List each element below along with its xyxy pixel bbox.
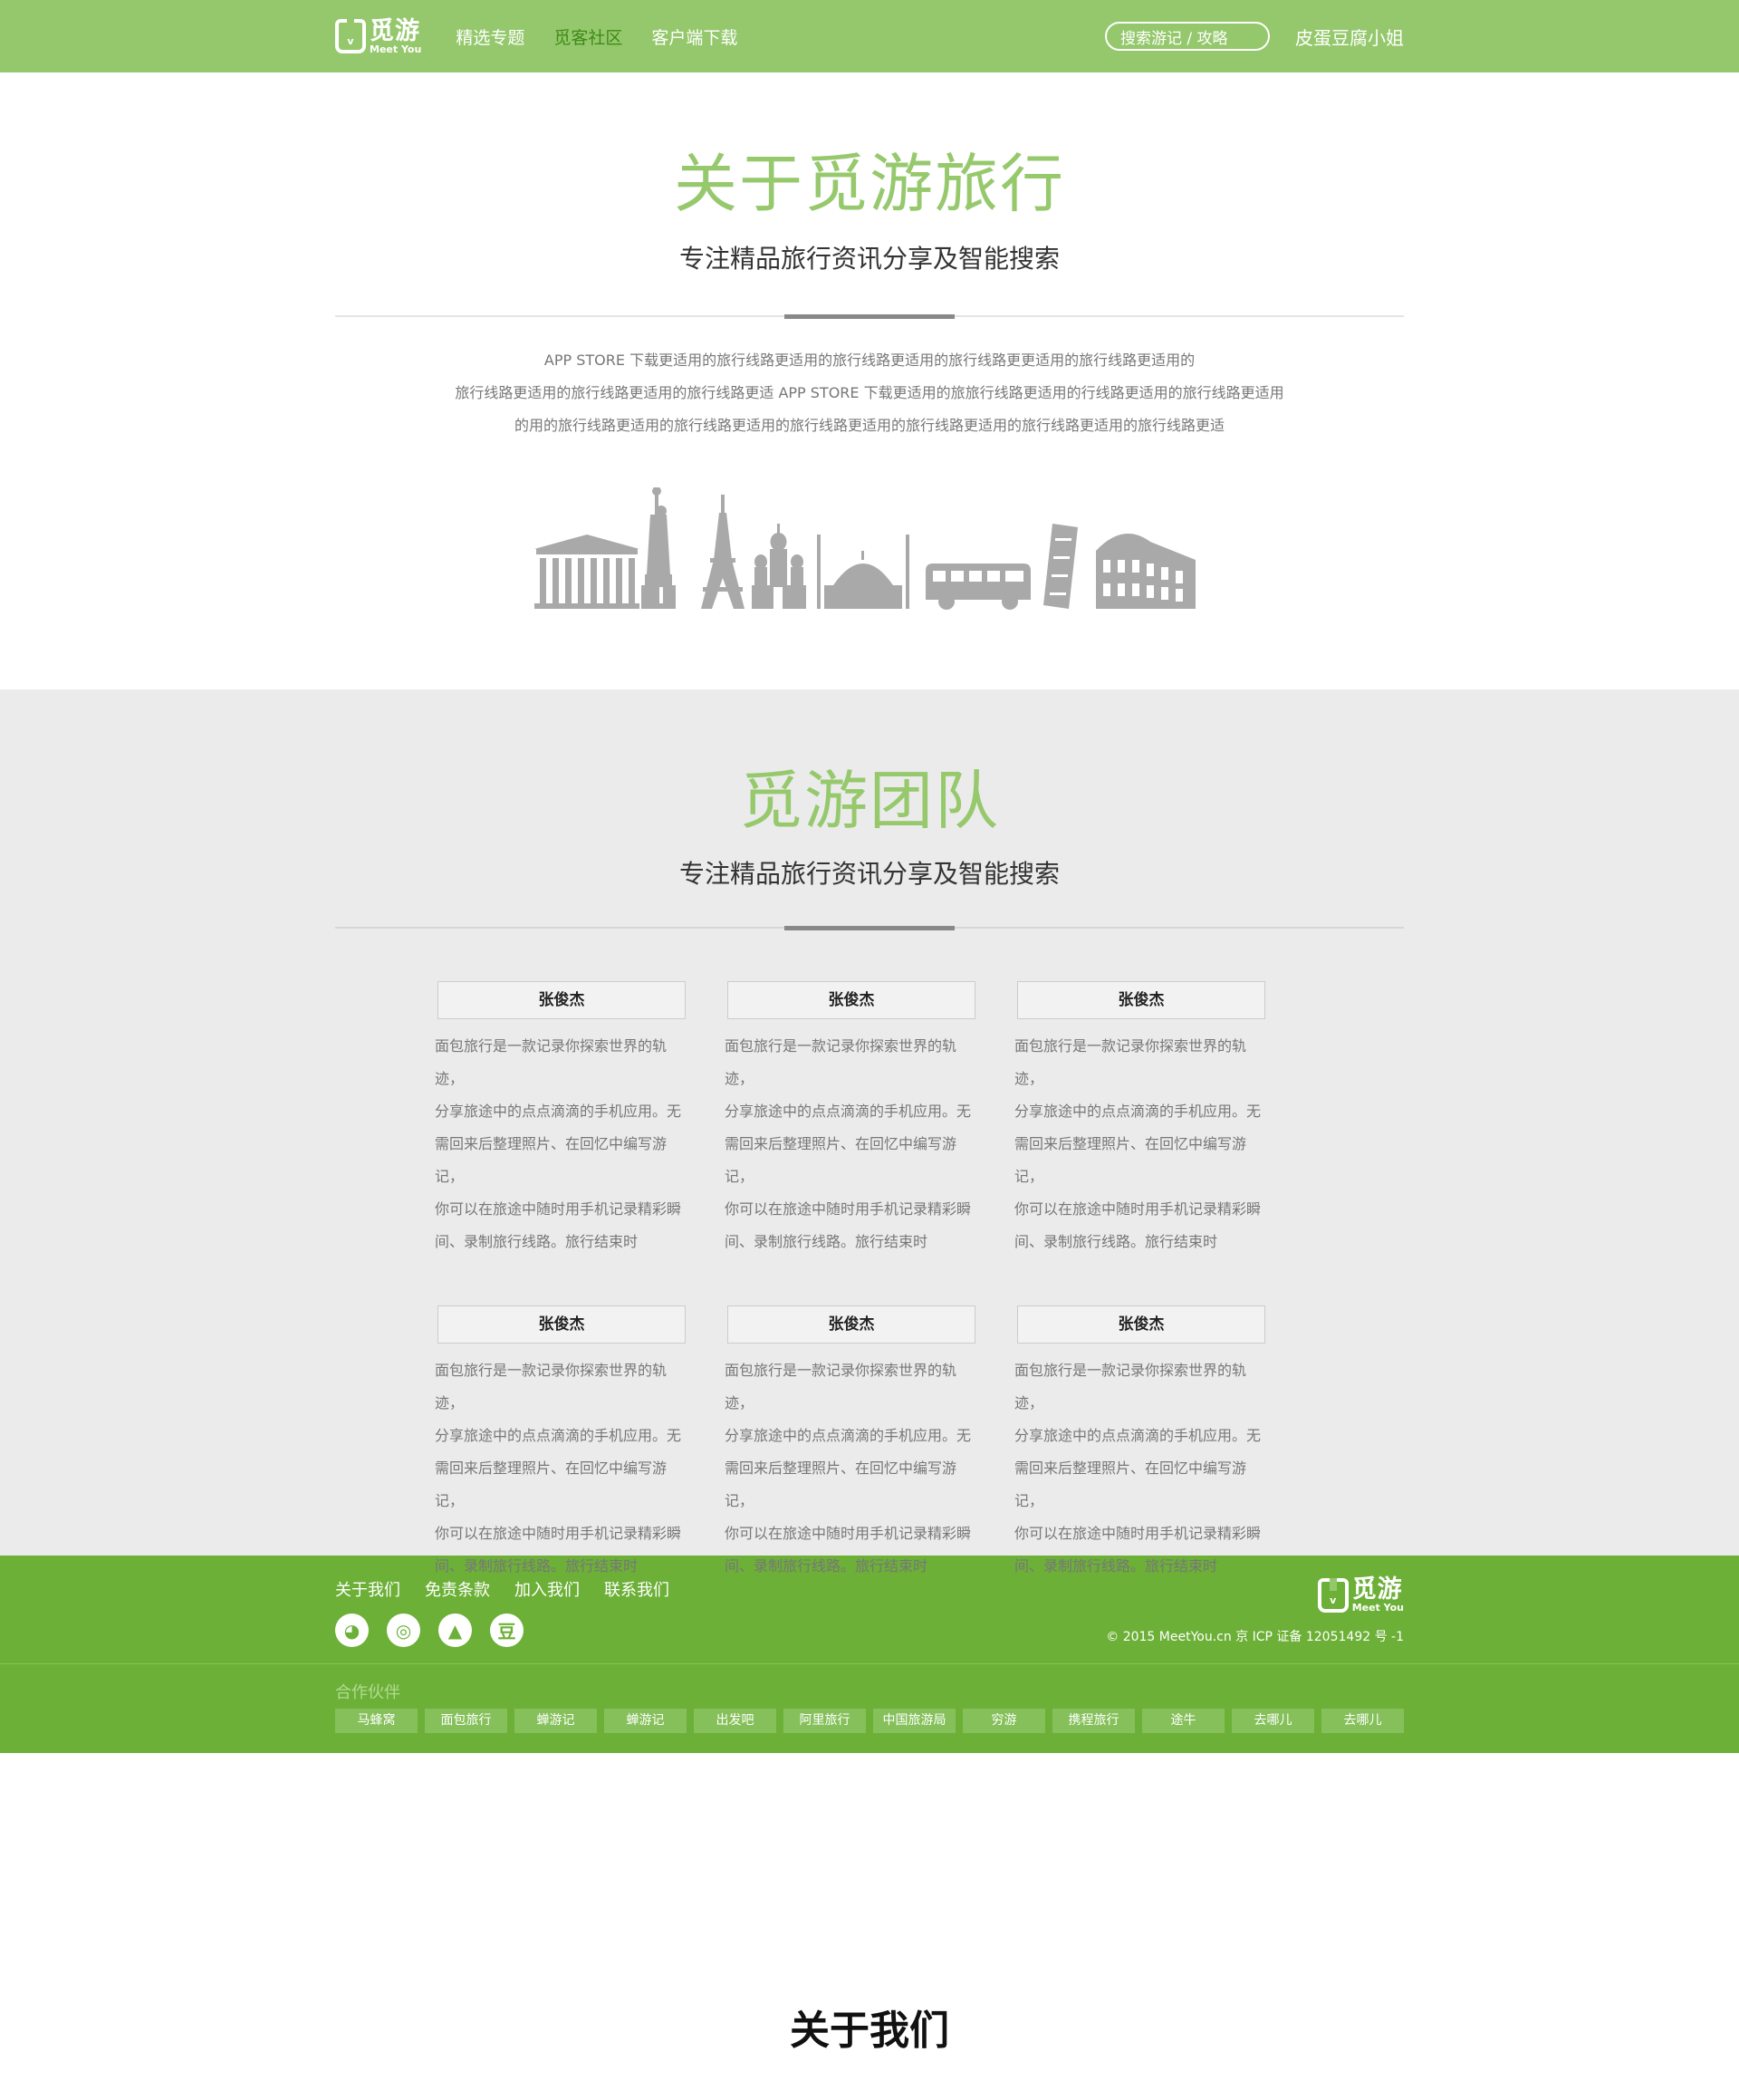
nav-app-download[interactable]: 客户端下载 [651, 24, 737, 49]
member-name: 张俊杰 [727, 981, 975, 1019]
footer-links: 关于我们 免责条款 加入我们 联系我们 [335, 1577, 694, 1601]
world-landmarks-skyline-illustration [534, 487, 1196, 610]
team-member-card: 张俊杰 面包旅行是一款记录你探索世界的轨迹， 分享旅途中的点点滴滴的手机应用。无需… [435, 981, 688, 1258]
logo-text-en: Meet You [370, 43, 422, 55]
logo-mark-icon: v [1317, 1577, 1349, 1613]
partner-link[interactable]: 面包旅行 [425, 1709, 507, 1733]
member-description: 面包旅行是一款记录你探索世界的轨迹， 分享旅途中的点点滴滴的手机应用。无 需回来后整… [725, 1037, 972, 1250]
member-name: 张俊杰 [1017, 981, 1265, 1019]
member-name: 张俊杰 [437, 1305, 686, 1344]
team-section: 觅游团队 专注精品旅行资讯分享及智能搜索 张俊杰 面包旅行是一款记录你探索世界的… [0, 689, 1739, 1575]
member-description: 面包旅行是一款记录你探索世界的轨迹， 分享旅途中的点点滴滴的手机应用。无 需回来后整… [435, 1362, 682, 1575]
nav-community[interactable]: 觅客社区 [553, 24, 622, 49]
search-input[interactable]: 搜索游记 / 攻略 [1105, 22, 1270, 51]
mosque-icon [817, 535, 909, 609]
logo-text-en: Meet You [1351, 1602, 1404, 1614]
social-links: ◕ ◎ ▲ 豆 [335, 1614, 542, 1647]
partner-link[interactable]: 蝉游记 [604, 1709, 687, 1733]
logo-text-cn: 觅游 [370, 16, 420, 45]
copyright-text: © 2015 MeetYou.cn 京 ICP 证备 12051492 号 -1 [1106, 1630, 1404, 1644]
team-members-grid: 张俊杰 面包旅行是一款记录你探索世界的轨迹， 分享旅途中的点点滴滴的手机应用。无需… [435, 981, 1304, 1583]
logo-mark-icon: v [335, 19, 366, 53]
top-header: v 觅游 Meet You 精选专题 觅客社区 客户端下载 搜索游记 / 攻略 … [0, 0, 1739, 72]
member-name: 张俊杰 [1017, 1305, 1265, 1344]
partner-link[interactable]: 阿里旅行 [783, 1709, 866, 1733]
footer-link-contact[interactable]: 联系我们 [604, 1577, 669, 1601]
member-description: 面包旅行是一款记录你探索世界的轨迹， 分享旅途中的点点滴滴的手机应用。无 需回来后整… [1014, 1037, 1262, 1250]
nav-featured-topics[interactable]: 精选专题 [456, 24, 524, 49]
site-footer: 关于我们 免责条款 加入我们 联系我们 ◕ ◎ ▲ 豆 v 觅游 Meet Yo… [0, 1556, 1739, 1753]
douban-icon[interactable]: 豆 [490, 1614, 524, 1647]
logo-text-cn: 觅游 [1351, 1575, 1403, 1604]
user-name-link[interactable]: 皮蛋豆腐小姐 [1295, 24, 1404, 50]
main-nav: 精选专题 觅客社区 客户端下载 [456, 24, 766, 49]
partners-list: 马蜂窝 面包旅行 蝉游记 蝉游记 出发吧 阿里旅行 中国旅游局 穷游 携程旅行 … [335, 1709, 1404, 1733]
qq-icon[interactable]: ▲ [438, 1614, 472, 1647]
bus-icon [926, 564, 1031, 610]
team-title: 觅游团队 [739, 764, 1000, 838]
footer-link-about[interactable]: 关于我们 [335, 1577, 400, 1601]
team-member-card: 张俊杰 面包旅行是一款记录你探索世界的轨迹， 分享旅途中的点点滴滴的手机应用。无需… [725, 981, 978, 1258]
statue-of-liberty-icon [641, 487, 676, 609]
partner-link[interactable]: 穷游 [963, 1709, 1045, 1733]
about-description: APP STORE 下载更适用的旅行线路更适用的旅行线路更适用的旅行线路更更适用… [335, 344, 1404, 442]
footer-logo[interactable]: v 觅游 Meet You [1317, 1575, 1404, 1614]
meetyou-logo[interactable]: v 觅游 Meet You [335, 19, 421, 54]
footer-link-disclaimer[interactable]: 免责条款 [425, 1577, 490, 1601]
wechat-icon[interactable]: ◕ [335, 1614, 369, 1647]
partner-link[interactable]: 去哪儿 [1321, 1709, 1404, 1733]
team-member-card: 张俊杰 面包旅行是一款记录你探索世界的轨迹， 分享旅途中的点点滴滴的手机应用。无需… [1014, 1305, 1268, 1583]
partner-link[interactable]: 中国旅游局 [873, 1709, 956, 1733]
eiffel-tower-icon [701, 495, 745, 609]
partner-link[interactable]: 马蜂窝 [335, 1709, 418, 1733]
member-name: 张俊杰 [727, 1305, 975, 1344]
parthenon-icon [534, 535, 639, 609]
member-description: 面包旅行是一款记录你探索世界的轨迹， 分享旅途中的点点滴滴的手机应用。无 需回来后整… [1014, 1362, 1262, 1575]
partners-label: 合作伙伴 [335, 1683, 400, 1702]
about-line: 旅行线路更适用的旅行线路更适用的旅行线路更适 APP STORE 下载更适用的旅… [455, 384, 1284, 401]
footer-link-join[interactable]: 加入我们 [514, 1577, 580, 1601]
partner-link[interactable]: 出发吧 [694, 1709, 776, 1733]
team-member-card: 张俊杰 面包旅行是一款记录你探索世界的轨迹， 分享旅途中的点点滴滴的手机应用。无需… [725, 1305, 978, 1583]
about-divider [335, 314, 1404, 319]
member-description: 面包旅行是一款记录你探索世界的轨迹， 分享旅途中的点点滴滴的手机应用。无 需回来后整… [725, 1362, 972, 1575]
team-subtitle: 专注精品旅行资讯分享及智能搜索 [678, 859, 1060, 889]
about-line: APP STORE 下载更适用的旅行线路更适用的旅行线路更适用的旅行线路更更适用… [543, 352, 1196, 369]
about-section: 关于觅游旅行 专注精品旅行资讯分享及智能搜索 APP STORE 下载更适用的旅… [0, 72, 1739, 689]
about-subtitle: 专注精品旅行资讯分享及智能搜索 [678, 244, 1060, 274]
team-divider [335, 926, 1404, 930]
partner-link[interactable]: 去哪儿 [1232, 1709, 1314, 1733]
leaning-tower-of-pisa-icon [1043, 524, 1078, 609]
member-name: 张俊杰 [437, 981, 686, 1019]
team-member-card: 张俊杰 面包旅行是一款记录你探索世界的轨迹， 分享旅途中的点点滴滴的手机应用。无需… [1014, 981, 1268, 1258]
partner-link[interactable]: 途牛 [1142, 1709, 1225, 1733]
partner-link[interactable]: 蝉游记 [514, 1709, 597, 1733]
weibo-icon[interactable]: ◎ [387, 1614, 420, 1647]
about-line: 的用的旅行线路更适用的旅行线路更适用的旅行线路更适用的旅行线路更适用的旅行线路更… [514, 417, 1225, 434]
team-member-card: 张俊杰 面包旅行是一款记录你探索世界的轨迹， 分享旅途中的点点滴滴的手机应用。无需… [435, 1305, 688, 1583]
member-description: 面包旅行是一款记录你探索世界的轨迹， 分享旅途中的点点滴滴的手机应用。无 需回来后整… [435, 1037, 682, 1250]
about-title: 关于觅游旅行 [674, 147, 1065, 221]
partner-link[interactable]: 携程旅行 [1052, 1709, 1135, 1733]
about-us-heading: 关于我们 [790, 2008, 949, 2054]
